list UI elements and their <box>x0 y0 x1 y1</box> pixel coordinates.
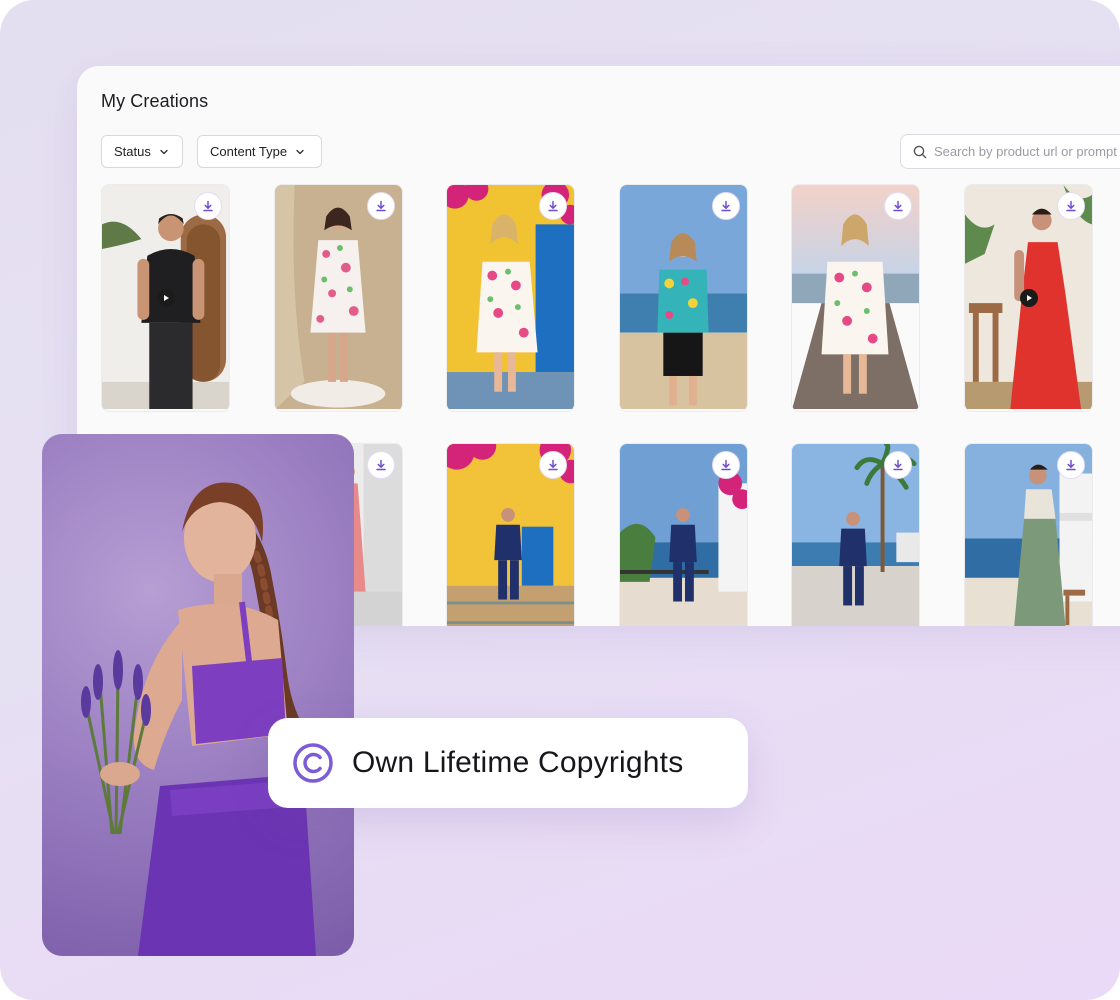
content-type-filter-label: Content Type <box>210 144 288 159</box>
hero-stage: My Creations Status Content Type Search … <box>0 0 1120 1000</box>
download-button[interactable] <box>1057 451 1085 479</box>
download-icon <box>1066 459 1076 471</box>
download-icon <box>721 200 731 212</box>
model-portrait-image <box>81 482 316 956</box>
download-icon <box>893 459 903 471</box>
creation-card[interactable] <box>964 443 1093 626</box>
creation-card[interactable] <box>791 443 920 626</box>
download-button[interactable] <box>367 192 395 220</box>
download-icon <box>721 459 731 471</box>
play-icon[interactable] <box>1020 289 1038 307</box>
creation-card[interactable] <box>446 184 575 412</box>
download-button[interactable] <box>367 451 395 479</box>
chevron-down-icon <box>160 149 168 154</box>
creation-card[interactable] <box>101 184 230 412</box>
download-button[interactable] <box>884 451 912 479</box>
creation-card[interactable] <box>791 184 920 412</box>
download-button[interactable] <box>539 451 567 479</box>
copyright-badge-label: Own Lifetime Copyrights <box>352 746 684 779</box>
search-box[interactable] <box>900 134 1120 169</box>
download-icon <box>376 200 386 212</box>
download-button[interactable] <box>712 451 740 479</box>
creation-card[interactable] <box>964 184 1093 412</box>
search-icon <box>913 145 927 158</box>
status-filter-label: Status <box>114 144 151 159</box>
page-title: My Creations <box>101 91 209 111</box>
chevron-down-icon <box>296 149 304 154</box>
creation-card[interactable] <box>446 443 575 626</box>
copyright-badge: Own Lifetime Copyrights <box>268 718 748 808</box>
download-button[interactable] <box>1057 192 1085 220</box>
download-icon <box>376 459 386 471</box>
download-icon <box>548 459 558 471</box>
creation-card[interactable] <box>619 443 748 626</box>
creation-card[interactable] <box>274 184 403 412</box>
creation-card[interactable] <box>619 184 748 412</box>
download-button[interactable] <box>884 192 912 220</box>
status-filter[interactable]: Status <box>101 135 183 168</box>
download-icon <box>893 200 903 212</box>
download-icon <box>548 200 558 212</box>
download-button[interactable] <box>194 192 222 220</box>
download-icon <box>1066 200 1076 212</box>
content-type-filter[interactable]: Content Type <box>197 135 322 168</box>
download-icon <box>203 200 213 212</box>
play-icon[interactable] <box>157 289 175 307</box>
download-button[interactable] <box>539 192 567 220</box>
model-portrait <box>42 434 354 956</box>
search-input[interactable] <box>934 144 1120 159</box>
copyright-icon <box>293 743 333 783</box>
download-button[interactable] <box>712 192 740 220</box>
